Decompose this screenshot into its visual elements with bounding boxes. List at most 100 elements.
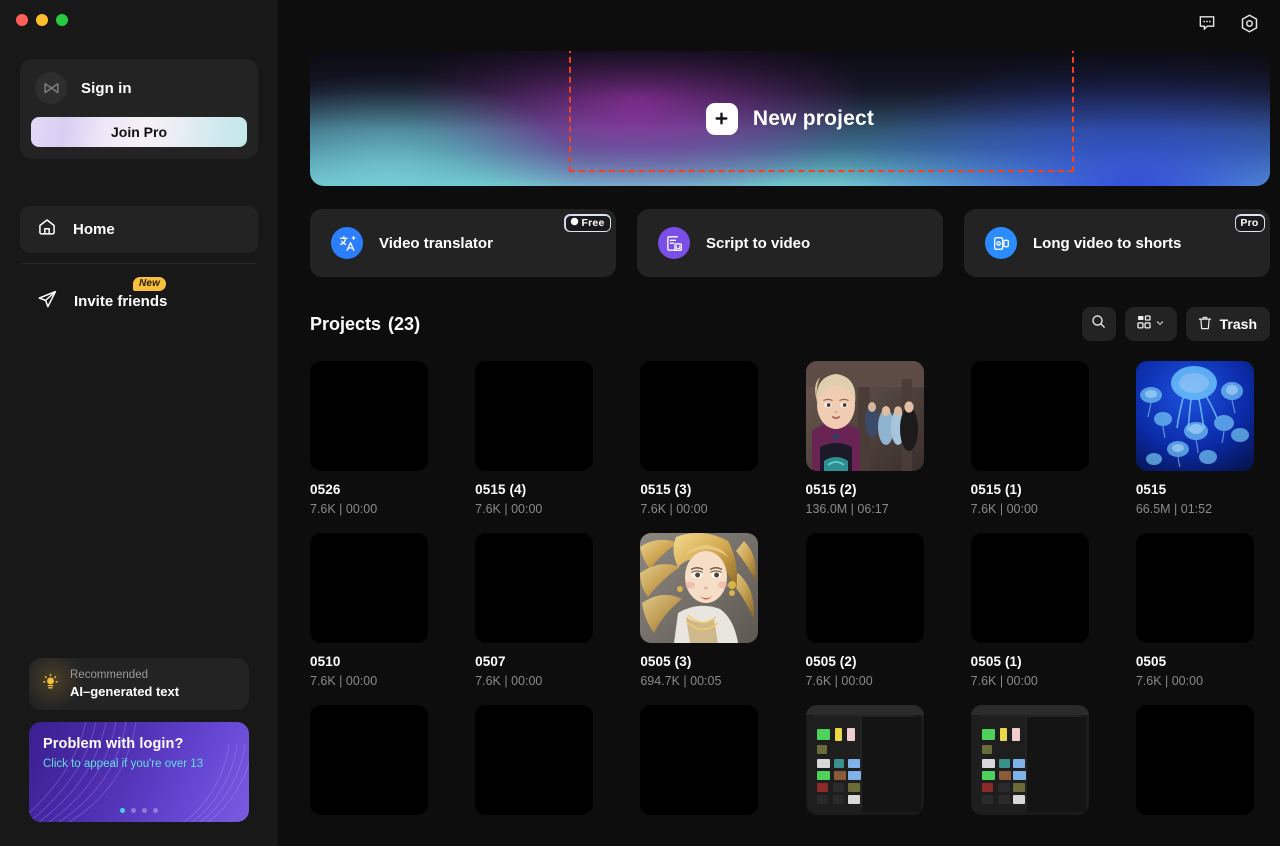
project-card[interactable]: 0505 (2) 7.6K | 00:00 bbox=[806, 533, 940, 688]
project-title: 0515 bbox=[1136, 482, 1270, 497]
project-card[interactable]: 0505 (3) 694.7K | 00:05 bbox=[640, 533, 774, 688]
projects-header: Projects (23) bbox=[310, 305, 1270, 343]
project-card[interactable]: 0515 66.5M | 01:52 bbox=[1136, 361, 1270, 516]
project-card[interactable]: 0526 7.6K | 00:00 bbox=[310, 361, 444, 516]
project-card[interactable]: 0515 (3) 7.6K | 00:00 bbox=[640, 361, 774, 516]
main-content: New project Video translator bbox=[278, 0, 1280, 846]
project-thumbnail[interactable] bbox=[310, 705, 428, 815]
sidebar: Sign in Join Pro Home bbox=[0, 0, 278, 846]
project-thumbnail[interactable] bbox=[971, 533, 1089, 643]
project-thumbnail[interactable] bbox=[640, 705, 758, 815]
promo-dot[interactable] bbox=[120, 808, 125, 813]
project-card[interactable]: 0515 (2) 136.0M | 06:17 bbox=[806, 361, 940, 516]
project-title: 0515 (4) bbox=[475, 482, 609, 497]
project-title: 0505 (3) bbox=[640, 654, 774, 669]
project-meta: 7.6K | 00:00 bbox=[310, 674, 444, 688]
editor-capture-image bbox=[971, 705, 1089, 815]
search-button[interactable] bbox=[1082, 307, 1116, 341]
minimize-window-button[interactable] bbox=[36, 14, 48, 26]
project-card[interactable] bbox=[475, 705, 609, 815]
search-icon bbox=[1090, 313, 1107, 335]
feature-label-video-translator: Video translator bbox=[379, 235, 493, 252]
project-title: 0505 (1) bbox=[971, 654, 1105, 669]
project-thumbnail[interactable] bbox=[806, 533, 924, 643]
project-meta: 7.6K | 00:00 bbox=[475, 674, 609, 688]
project-thumbnail[interactable] bbox=[1136, 361, 1254, 471]
sign-in-row[interactable]: Sign in bbox=[31, 70, 247, 104]
promo-card[interactable]: Problem with login? Click to appeal if y… bbox=[29, 722, 249, 822]
join-pro-button[interactable]: Join Pro bbox=[31, 117, 247, 147]
project-title: 0515 (2) bbox=[806, 482, 940, 497]
project-meta: 136.0M | 06:17 bbox=[806, 502, 940, 516]
project-meta: 7.6K | 00:00 bbox=[971, 502, 1105, 516]
project-card[interactable] bbox=[806, 705, 940, 815]
app-window: Sign in Join Pro Home bbox=[0, 0, 1280, 846]
project-card[interactable] bbox=[640, 705, 774, 815]
project-thumbnail[interactable] bbox=[310, 361, 428, 471]
project-thumbnail[interactable] bbox=[806, 705, 924, 815]
home-icon bbox=[37, 217, 57, 242]
feature-label-long-video-to-shorts: Long video to shorts bbox=[1033, 235, 1181, 252]
feature-card-long-video-to-shorts[interactable]: Long video to shorts Pro bbox=[964, 209, 1270, 277]
project-meta: 7.6K | 00:00 bbox=[971, 674, 1105, 688]
close-window-button[interactable] bbox=[16, 14, 28, 26]
promo-dot[interactable] bbox=[153, 808, 158, 813]
pro-badge-label: Pro bbox=[1236, 216, 1263, 231]
project-meta: 7.6K | 00:00 bbox=[310, 502, 444, 516]
project-meta: 7.6K | 00:00 bbox=[475, 502, 609, 516]
promo-body: Problem with login? Click to appeal if y… bbox=[29, 722, 249, 773]
feedback-chat-icon[interactable] bbox=[1196, 12, 1218, 34]
project-thumbnail[interactable] bbox=[971, 361, 1089, 471]
promo-dot[interactable] bbox=[142, 808, 147, 813]
project-card[interactable]: 0510 7.6K | 00:00 bbox=[310, 533, 444, 688]
free-badge: Free bbox=[564, 214, 611, 232]
project-card[interactable] bbox=[971, 705, 1105, 815]
project-title: 0505 bbox=[1136, 654, 1270, 669]
pro-badge: Pro bbox=[1235, 214, 1265, 232]
project-thumbnail[interactable] bbox=[640, 533, 758, 643]
project-card[interactable]: 0515 (4) 7.6K | 00:00 bbox=[475, 361, 609, 516]
feature-card-video-translator[interactable]: Video translator Free bbox=[310, 209, 616, 277]
shorts-icon bbox=[985, 227, 1017, 259]
promo-dot[interactable] bbox=[131, 808, 136, 813]
sidebar-nav: Home Invite friends New bbox=[20, 206, 258, 325]
project-card[interactable] bbox=[1136, 705, 1270, 815]
project-thumbnail[interactable] bbox=[1136, 533, 1254, 643]
feature-label-script-to-video: Script to video bbox=[706, 235, 810, 252]
recommended-card[interactable]: Recommended AI–generated text bbox=[29, 658, 249, 710]
project-card[interactable]: 0507 7.6K | 00:00 bbox=[475, 533, 609, 688]
project-card[interactable]: 0505 7.6K | 00:00 bbox=[1136, 533, 1270, 688]
promo-carousel-dots[interactable] bbox=[29, 808, 249, 813]
project-card[interactable]: 0515 (1) 7.6K | 00:00 bbox=[971, 361, 1105, 516]
project-thumbnail[interactable] bbox=[475, 705, 593, 815]
sidebar-divider bbox=[22, 263, 256, 264]
sidebar-item-home[interactable]: Home bbox=[20, 206, 258, 253]
feature-card-script-to-video[interactable]: Script to video bbox=[637, 209, 943, 277]
project-meta: 7.6K | 00:00 bbox=[806, 674, 940, 688]
project-title: 0505 (2) bbox=[806, 654, 940, 669]
promo-title: Problem with login? bbox=[43, 736, 235, 752]
project-thumbnail[interactable] bbox=[1136, 705, 1254, 815]
project-thumbnail[interactable] bbox=[806, 361, 924, 471]
project-card[interactable] bbox=[310, 705, 444, 815]
golden-woman-image bbox=[640, 533, 758, 643]
maximize-window-button[interactable] bbox=[56, 14, 68, 26]
sidebar-item-home-label: Home bbox=[73, 221, 115, 238]
project-thumbnail[interactable] bbox=[640, 361, 758, 471]
view-mode-button[interactable] bbox=[1125, 307, 1177, 341]
project-card[interactable]: 0505 (1) 7.6K | 00:00 bbox=[971, 533, 1105, 688]
script-ai-icon bbox=[658, 227, 690, 259]
sign-in-label: Sign in bbox=[81, 80, 132, 97]
window-traffic-lights bbox=[0, 0, 278, 26]
grid-view-icon bbox=[1136, 314, 1152, 335]
editor-capture-image bbox=[806, 705, 924, 815]
project-thumbnail[interactable] bbox=[310, 533, 428, 643]
sidebar-item-invite-friends[interactable]: Invite friends New bbox=[20, 278, 258, 325]
project-thumbnail[interactable] bbox=[475, 533, 593, 643]
recommended-subtitle: AI–generated text bbox=[70, 684, 179, 700]
settings-gear-icon[interactable] bbox=[1238, 12, 1260, 34]
project-thumbnail[interactable] bbox=[475, 361, 593, 471]
project-title: 0510 bbox=[310, 654, 444, 669]
project-thumbnail[interactable] bbox=[971, 705, 1089, 815]
trash-button[interactable]: Trash bbox=[1186, 307, 1270, 341]
